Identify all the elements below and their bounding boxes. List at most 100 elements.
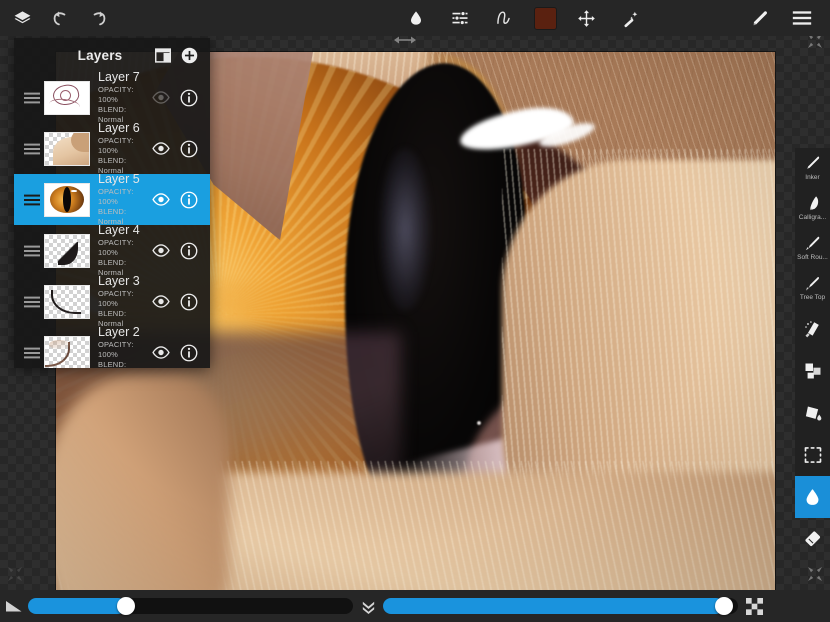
fan-brush-icon <box>803 274 822 293</box>
shapes-icon <box>803 361 823 381</box>
expand-handle-top-right[interactable] <box>807 33 823 54</box>
brush-opacity-group <box>383 590 770 622</box>
drag-handle-icon[interactable] <box>20 347 44 359</box>
tool-label: Tree Top <box>800 294 825 302</box>
layer-thumbnail[interactable] <box>44 81 90 115</box>
tool-smudge[interactable] <box>795 476 830 518</box>
slider-knob[interactable] <box>117 597 135 615</box>
water-drop-icon[interactable] <box>402 4 430 32</box>
layer-row[interactable]: Layer 3 OPACITY: 100% BLEND: Normal <box>14 276 210 327</box>
layer-info-icon[interactable] <box>176 238 202 264</box>
layer-name: Layer 6 <box>98 121 146 136</box>
tool-fill[interactable] <box>795 392 830 434</box>
layer-info: Layer 6 OPACITY: 100% BLEND: Normal <box>98 121 146 176</box>
layers-grid-icon[interactable] <box>150 42 176 68</box>
layer-visibility-icon[interactable] <box>148 187 174 213</box>
redo-icon[interactable] <box>84 4 112 32</box>
sliders-icon[interactable] <box>446 4 474 32</box>
layer-opacity: OPACITY: 100% <box>98 85 146 105</box>
layer-row[interactable]: Layer 7 OPACITY: 100% BLEND: Normal <box>14 72 210 123</box>
tool-soft-round-brush[interactable]: Soft Rou... <box>795 228 830 268</box>
tool-tree-top-brush[interactable]: Tree Top <box>795 268 830 308</box>
top-toolbar <box>0 0 830 36</box>
drag-handle-icon[interactable] <box>20 245 44 257</box>
color-swatch[interactable] <box>534 7 557 30</box>
magic-wand-icon[interactable] <box>617 4 645 32</box>
tool-spray[interactable] <box>795 308 830 350</box>
layer-thumbnail[interactable] <box>44 183 90 217</box>
layer-info-icon[interactable] <box>176 187 202 213</box>
brush-size-group <box>0 590 383 622</box>
layers-panel-header: Layers <box>14 38 210 72</box>
soft-brush-icon <box>803 234 822 253</box>
layer-thumbnail[interactable] <box>44 132 90 166</box>
layer-name: Layer 4 <box>98 223 146 238</box>
layer-row[interactable]: Layer 6 OPACITY: 100% BLEND: Normal <box>14 123 210 174</box>
layer-info-icon[interactable] <box>176 136 202 162</box>
layer-visibility-icon[interactable] <box>148 85 174 111</box>
brush-opacity-slider[interactable] <box>383 598 738 614</box>
slider-knob[interactable] <box>715 597 733 615</box>
pen-nib-icon <box>803 154 822 173</box>
layer-opacity: OPACITY: 100% <box>98 187 146 207</box>
tool-label: Calligra... <box>799 214 826 222</box>
toolbar-left-group <box>0 4 300 32</box>
layer-opacity: OPACITY: 100% <box>98 136 146 156</box>
tool-calligraphy-brush[interactable]: Calligra... <box>795 188 830 228</box>
drag-handle-icon[interactable] <box>20 92 44 104</box>
layer-row-selected[interactable]: Layer 5 OPACITY: 100% BLEND: Normal <box>14 174 210 225</box>
expand-handle-bottom-right[interactable] <box>807 566 823 587</box>
drag-handle-icon[interactable] <box>20 194 44 206</box>
toolbar-center-group <box>300 4 746 32</box>
layers-panel: Layers <box>14 38 210 368</box>
move-icon[interactable] <box>573 4 601 32</box>
app-root: Layers <box>0 0 830 622</box>
brush-size-triangle-icon[interactable] <box>0 599 28 613</box>
collapse-panel-button[interactable] <box>353 598 383 615</box>
slider-fill <box>28 598 126 614</box>
layers-icon[interactable] <box>8 4 36 32</box>
paint-bucket-icon <box>803 403 823 423</box>
layer-visibility-icon[interactable] <box>148 238 174 264</box>
checkerboard-icon[interactable] <box>738 598 770 615</box>
layer-opacity: OPACITY: 100% <box>98 238 146 258</box>
expand-handle-bottom-left[interactable] <box>7 566 23 587</box>
layer-thumbnail[interactable] <box>44 336 90 369</box>
layer-info: Layer 7 OPACITY: 100% BLEND: Normal <box>98 70 146 125</box>
layer-name: Layer 7 <box>98 70 146 85</box>
spray-icon <box>803 319 823 339</box>
water-drop-icon <box>803 487 822 507</box>
slider-fill <box>383 598 724 614</box>
brush-size-slider[interactable] <box>28 598 353 614</box>
layer-info-icon[interactable] <box>176 85 202 111</box>
layer-row[interactable]: Layer 4 OPACITY: 100% BLEND: Normal <box>14 225 210 276</box>
layer-info-icon[interactable] <box>176 289 202 315</box>
layer-thumbnail[interactable] <box>44 285 90 319</box>
layers-list: Layer 7 OPACITY: 100% BLEND: Normal <box>14 72 210 368</box>
layer-blend: BLEND: Normal <box>98 360 146 368</box>
undo-icon[interactable] <box>46 4 74 32</box>
tool-inker-brush[interactable]: Inker <box>795 148 830 188</box>
layer-visibility-icon[interactable] <box>148 289 174 315</box>
hamburger-menu-icon[interactable] <box>788 4 816 32</box>
drag-handle-icon[interactable] <box>20 296 44 308</box>
add-layer-icon[interactable] <box>176 42 202 68</box>
layer-visibility-icon[interactable] <box>148 136 174 162</box>
layer-info-icon[interactable] <box>176 340 202 366</box>
layer-name: Layer 5 <box>98 172 146 187</box>
layer-thumbnail[interactable] <box>44 234 90 268</box>
tool-shapes[interactable] <box>795 350 830 392</box>
layers-panel-title: Layers <box>24 48 150 63</box>
brush-pen-icon[interactable] <box>746 4 774 32</box>
stroke-curve-icon[interactable] <box>490 4 518 32</box>
layer-visibility-icon[interactable] <box>148 340 174 366</box>
layer-info: Layer 3 OPACITY: 100% BLEND: Normal <box>98 274 146 329</box>
tool-selection[interactable] <box>795 434 830 476</box>
drag-handle-icon[interactable] <box>20 143 44 155</box>
tool-label: Soft Rou... <box>797 254 828 262</box>
layer-row[interactable]: Layer 2 OPACITY: 100% BLEND: Normal <box>14 327 210 368</box>
eraser-icon <box>803 529 823 549</box>
layer-name: Layer 2 <box>98 325 146 340</box>
marquee-select-icon <box>803 445 823 465</box>
tool-eraser[interactable] <box>795 518 830 560</box>
